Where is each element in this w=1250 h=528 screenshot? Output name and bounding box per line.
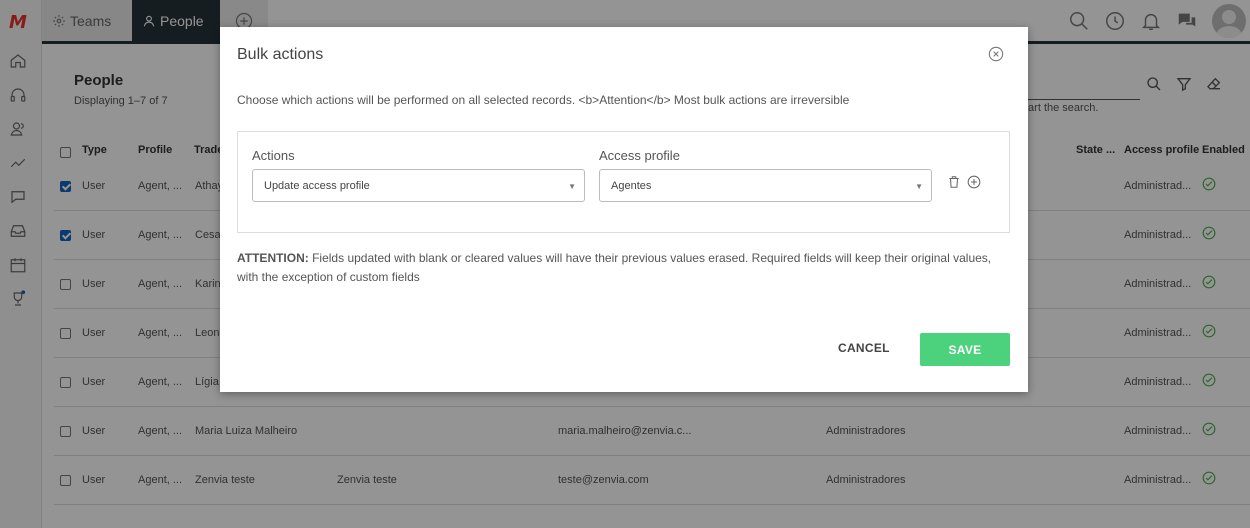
dialog-title: Bulk actions bbox=[237, 46, 324, 63]
attention-bold: ATTENTION: bbox=[237, 251, 309, 265]
cancel-button[interactable]: CANCEL bbox=[822, 333, 906, 363]
save-button[interactable]: SAVE bbox=[920, 333, 1010, 366]
caret-down-icon: ▼ bbox=[915, 182, 923, 191]
bulk-actions-dialog: Bulk actions Choose which actions will b… bbox=[220, 27, 1028, 392]
attention-note: ATTENTION: Fields updated with blank or … bbox=[237, 249, 997, 287]
close-icon[interactable] bbox=[988, 46, 1004, 62]
trash-icon[interactable] bbox=[947, 175, 961, 189]
access-profile-select[interactable]: Agentes ▼ bbox=[599, 169, 932, 202]
dialog-description: Choose which actions will be performed o… bbox=[237, 93, 850, 107]
add-action-icon[interactable] bbox=[967, 175, 981, 189]
actions-label: Actions bbox=[252, 148, 295, 163]
action-row-icons bbox=[947, 175, 981, 189]
attention-text: Fields updated with blank or cleared val… bbox=[237, 251, 992, 284]
action-row: Actions Update access profile ▼ Access p… bbox=[237, 131, 1010, 233]
actions-select-value: Update access profile bbox=[264, 180, 370, 192]
caret-down-icon: ▼ bbox=[568, 182, 576, 191]
access-profile-select-value: Agentes bbox=[611, 180, 652, 192]
actions-select[interactable]: Update access profile ▼ bbox=[252, 169, 585, 202]
access-profile-label: Access profile bbox=[599, 148, 680, 163]
